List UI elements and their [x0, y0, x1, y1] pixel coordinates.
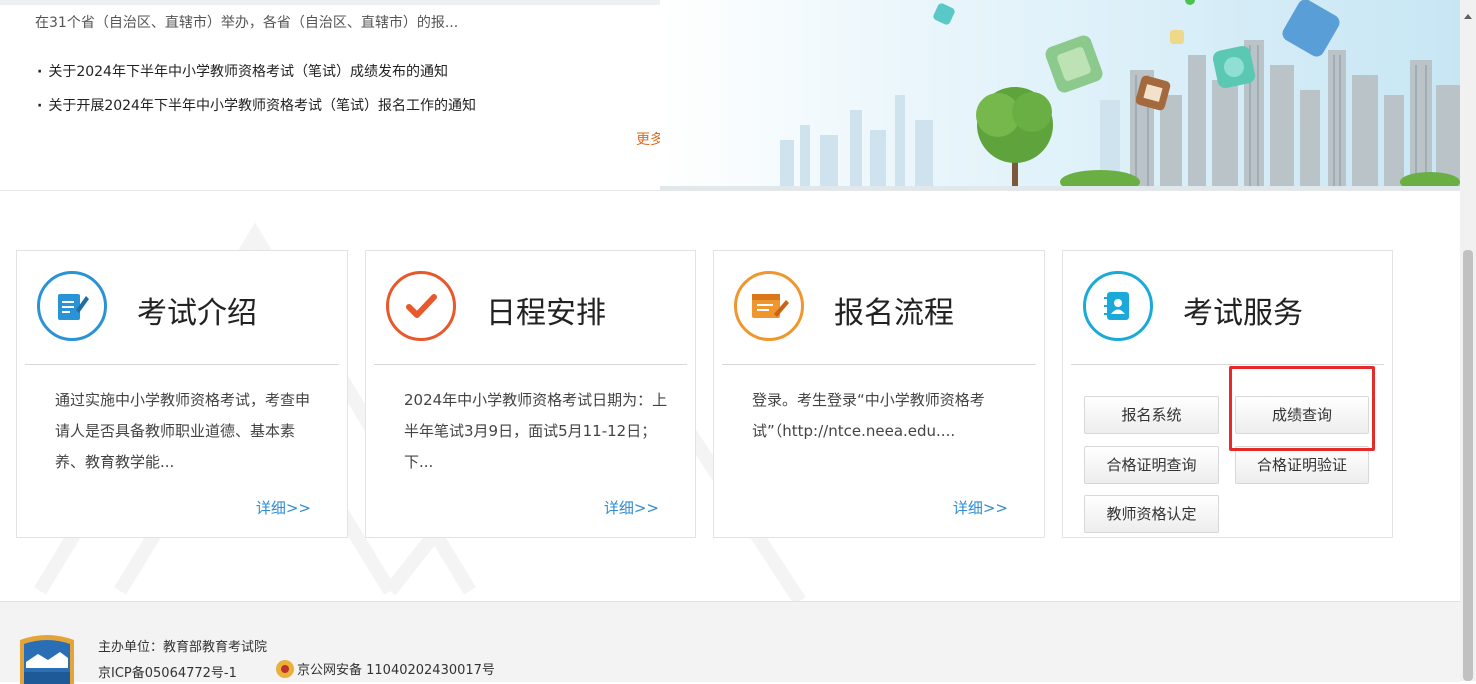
card-header[interactable]: 日程安排 [366, 251, 695, 365]
card-description: 登录。考生登录“中小学教师资格考试”（http://ntce.neea.edu.… [752, 391, 985, 440]
card-header: 考试服务 [1063, 251, 1392, 365]
card-header[interactable]: 报名流程 [714, 251, 1044, 365]
registration-form-icon [734, 271, 804, 341]
exam-intro-snippet: 在31个省（自治区、直辖市）举办，各省（自治区、直辖市）的报... [35, 15, 459, 31]
checkmark-icon [386, 271, 456, 341]
teacher-qualification-button[interactable]: 教师资格认定 [1084, 495, 1219, 533]
score-query-highlight-box [1229, 366, 1375, 451]
divider [374, 364, 687, 365]
page-footer: 主办单位：教育部教育考试院 京ICP备05064772号-1 京公网安备 110… [0, 601, 1460, 684]
card-title: 考试服务 [1183, 296, 1303, 331]
card-header[interactable]: 考试介绍 [17, 251, 347, 365]
certificate-query-button[interactable]: 合格证明查询 [1084, 446, 1219, 484]
card-title: 报名流程 [834, 296, 954, 331]
card-title: 考试介绍 [137, 296, 257, 331]
divider [1071, 364, 1384, 365]
scroll-up-arrow-icon[interactable] [1460, 8, 1476, 24]
footer-icp[interactable]: 京ICP备05064772号-1 [98, 662, 237, 681]
city-banner-illustration [660, 0, 1460, 190]
card-description: 2024年中小学教师资格考试日期为：上半年笔试3月9日，面试5月11-12日；下… [404, 391, 668, 471]
news-item-score-release[interactable]: 关于2024年下半年中小学教师资格考试（笔试）成绩发布的通知 [37, 62, 476, 96]
registration-system-button[interactable]: 报名系统 [1084, 396, 1219, 434]
detail-link[interactable]: 详细>> [256, 497, 311, 518]
edit-document-icon [37, 271, 107, 341]
footer-sponsor: 主办单位：教育部教育考试院 [98, 640, 268, 655]
card-schedule: 日程安排 2024年中小学教师资格考试日期为：上半年笔试3月9日，面试5月11-… [365, 250, 696, 538]
card-registration-process: 报名流程 登录。考生登录“中小学教师资格考试”（http://ntce.neea… [713, 250, 1045, 538]
vertical-scrollbar[interactable] [1460, 0, 1476, 681]
card-title: 日程安排 [486, 296, 606, 331]
divider [25, 364, 339, 365]
news-item-registration[interactable]: 关于开展2024年下半年中小学教师资格考试（笔试）报名工作的通知 [37, 96, 476, 130]
certificate-verify-button[interactable]: 合格证明验证 [1235, 446, 1369, 484]
card-description: 通过实施中小学教师资格考试，考查申请人是否具备教师职业道德、基本素养、教育教学能… [55, 391, 311, 471]
scrollbar-thumb[interactable] [1463, 250, 1473, 681]
detail-link[interactable]: 详细>> [953, 497, 1008, 518]
police-badge-icon [276, 659, 294, 678]
divider [722, 364, 1036, 365]
contact-book-icon [1083, 271, 1153, 341]
card-exam-intro: 考试介绍 通过实施中小学教师资格考试，考查申请人是否具备教师职业道德、基本素养、… [16, 250, 348, 538]
public-institution-logo [20, 635, 74, 684]
news-section: 在31个省（自治区、直辖市）举办，各省（自治区、直辖市）的报... 关于2024… [0, 0, 1460, 191]
footer-police-record[interactable]: 京公网安备 11040202430017号 [276, 659, 495, 678]
detail-link[interactable]: 详细>> [604, 497, 659, 518]
police-record-text: 京公网安备 11040202430017号 [297, 663, 495, 678]
news-list: 关于2024年下半年中小学教师资格考试（笔试）成绩发布的通知 关于开展2024年… [37, 62, 476, 130]
